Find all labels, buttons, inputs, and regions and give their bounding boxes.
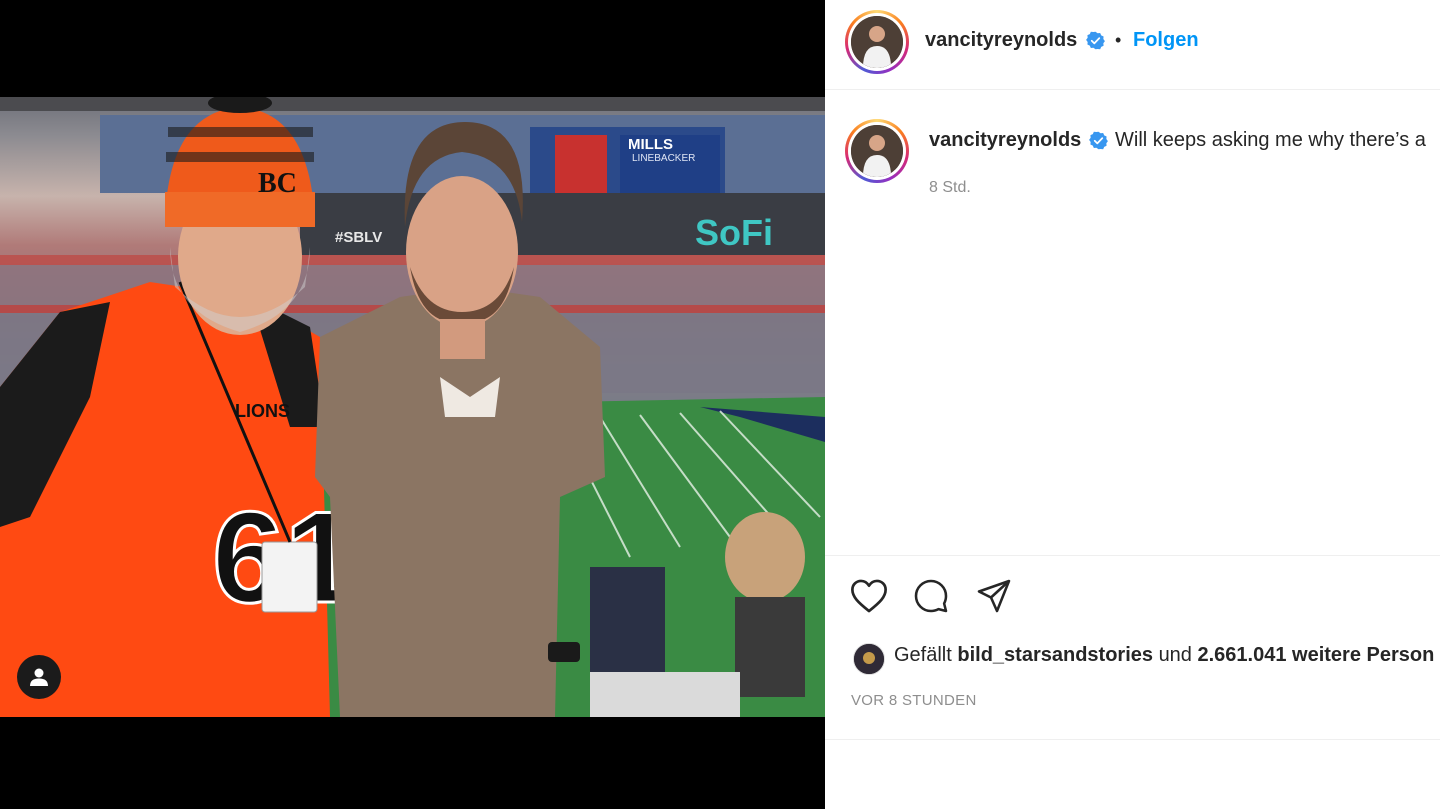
liker-avatar-image — [854, 644, 884, 674]
jumbotron-sub: LINEBACKER — [632, 153, 695, 164]
scoreboard-text: #SBLV — [335, 229, 382, 246]
photo-illustration: MILLS LINEBACKER #SBLV SoFi LIONS BC — [0, 97, 825, 717]
jersey-text: LIONS — [235, 401, 290, 421]
send-icon[interactable] — [976, 578, 1012, 614]
likes-prefix: Gefällt — [894, 644, 952, 666]
caption-avatar-photo — [851, 125, 903, 177]
user-tag-icon — [30, 668, 48, 686]
likes-connector: und — [1158, 644, 1192, 666]
jumbotron-caption: MILLS — [628, 136, 673, 153]
venue-logo-text: SoFi — [695, 212, 773, 253]
likes-summary: Gefällt bild_starsandstories und 2.661.0… — [894, 644, 1440, 667]
heart-icon[interactable] — [850, 578, 888, 614]
verified-badge-icon — [1086, 31, 1105, 50]
user-tag-button[interactable] — [17, 655, 61, 699]
post-side-panel: vancityreynolds • Folgen vancityreynolds — [825, 0, 1440, 809]
caption-verified-badge-icon — [1089, 131, 1108, 150]
likes-user-link[interactable]: bild_starsandstories — [957, 644, 1153, 666]
author-avatar[interactable] — [845, 10, 909, 74]
caption-timestamp: 8 Std. — [929, 179, 971, 196]
media-pane: MILLS LINEBACKER #SBLV SoFi LIONS BC — [0, 0, 825, 809]
caption-username[interactable]: vancityreynolds — [929, 129, 1081, 152]
comment-icon[interactable] — [913, 578, 949, 614]
avatar-photo — [851, 16, 903, 68]
post-date[interactable]: VOR 8 STUNDEN — [851, 692, 977, 709]
caption-text: Will keeps asking me why there’s a — [1115, 129, 1426, 151]
header-username[interactable]: vancityreynolds — [925, 29, 1077, 52]
caption-author-avatar[interactable] — [845, 119, 909, 183]
hat-logo: BC — [258, 168, 297, 199]
follow-button[interactable]: Folgen — [1133, 29, 1199, 52]
header-separator: • — [1115, 30, 1122, 50]
post-photo[interactable]: MILLS LINEBACKER #SBLV SoFi LIONS BC — [0, 97, 825, 717]
liker-avatar[interactable] — [853, 643, 885, 675]
likes-count-link[interactable]: 2.661.041 weitere Person — [1198, 644, 1435, 666]
instagram-post-view: MILLS LINEBACKER #SBLV SoFi LIONS BC van… — [0, 0, 1440, 809]
